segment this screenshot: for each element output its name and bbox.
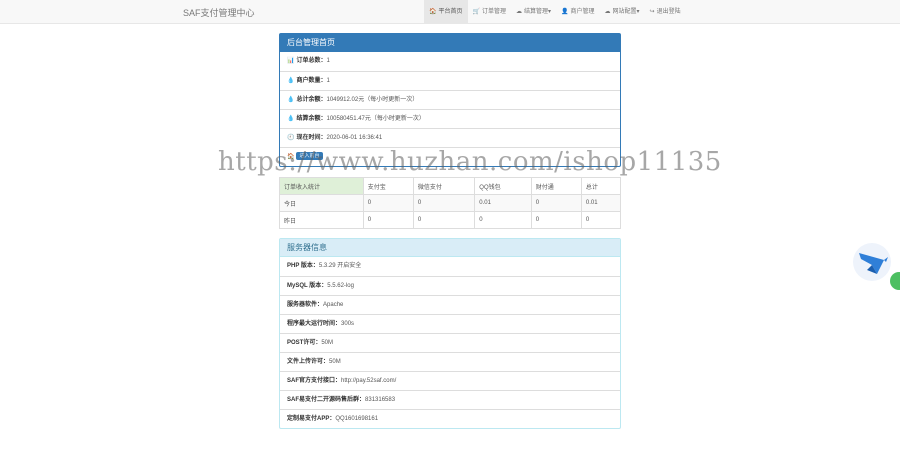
list-item-support-group: SAF易支付二开源码售后群：831316583 (280, 390, 620, 409)
table-cell: 0.01 (474, 194, 532, 212)
nav-item-logout[interactable]: ↪ 退出登陆 (645, 0, 686, 24)
table-cell: 0.01 (580, 194, 622, 212)
cart-icon: 🛒 (472, 9, 480, 15)
table-header: QQ钱包 (474, 177, 532, 195)
user-icon: 👤 (561, 9, 569, 15)
server-info-list: PHP 版本：5.3.29 开启安全 MySQL 版本：5.5.62-log 服… (280, 257, 620, 428)
table-cell: 0 (362, 194, 414, 212)
table-header: 微信支付 (412, 177, 476, 195)
nav-item-label: 网站配置▾ (612, 9, 640, 15)
drop-icon: 💧 (287, 116, 295, 122)
table-header: 总计 (580, 177, 622, 195)
table-cell: 0 (362, 211, 414, 229)
cloud-icon: ☁ (604, 9, 611, 15)
chat-float-icon[interactable] (890, 272, 900, 290)
nav-item-home[interactable]: 🏠 平台首页 (424, 0, 468, 24)
nav-item-label: 平台首页 (438, 9, 463, 15)
list-item-server-software: 服务器软件：Apache (280, 295, 620, 314)
top-navbar: SAF支付管理中心 🏠 平台首页 🛒 订单管理 ☁ 结算管理▾ 👤 商户管理 ☁ 网站配置… (0, 0, 900, 24)
list-item-order-count: 📊 订单总数：1 (287, 58, 330, 64)
list-item-max-exec-time: 程序最大运行时间：300s (280, 314, 620, 333)
list-item-settle-balance: 💧 结算余额：100580451.47元（每小时更新一次） (280, 109, 620, 128)
nav-item-orders[interactable]: 🛒 订单管理 (468, 0, 512, 24)
table-cell: 0 (530, 211, 582, 229)
table-cell: 0 (412, 194, 476, 212)
table-header-row: 订单收入统计 支付宝 微信支付 QQ钱包 财付通 总计 (279, 177, 622, 195)
nav-item-label: 商户管理 (570, 9, 595, 15)
panel-title: 后台管理首页 (280, 34, 620, 52)
clock-icon: 🕘 (287, 135, 295, 141)
table-header: 财付通 (530, 177, 582, 195)
watermark-url: https://www.huzhan.com/ishop11135 (218, 147, 722, 177)
list-item-merchant-count: 💧 商户数量：1 (280, 71, 620, 90)
nav-item-settlement[interactable]: ☁ 结算管理▾ (511, 0, 556, 24)
table-row: 昨日 0 0 0 0 0 (279, 211, 622, 229)
brand-title[interactable]: SAF支付管理中心 (183, 6, 255, 19)
nav-item-merchants[interactable]: 👤 商户管理 (556, 0, 600, 24)
table-cell: 0 (530, 194, 582, 212)
logout-icon: ↪ (649, 9, 655, 15)
list-item-php-version: PHP 版本：5.3.29 开启安全 (287, 263, 362, 269)
nav-item-label: 订单管理 (481, 9, 506, 15)
table-cell: 0 (474, 211, 532, 229)
panel-title: 服务器信息 (280, 239, 620, 257)
drop-icon: 💧 (287, 97, 295, 103)
list-item-upload-limit: 文件上传许可：50M (280, 352, 620, 371)
income-stats-table: 订单收入统计 支付宝 微信支付 QQ钱包 财付通 总计 今日 0 0 0.01 … (279, 177, 622, 229)
list-item-custom-app: 定制易支付APP：QQ1601698161 (280, 409, 620, 428)
table-header: 订单收入统计 (279, 177, 364, 195)
nav-item-label: 退出登陆 (656, 9, 681, 15)
table-cell: 昨日 (279, 211, 364, 229)
server-info-panel: 服务器信息 PHP 版本：5.3.29 开启安全 MySQL 版本：5.5.62… (279, 238, 621, 429)
table-cell: 0 (580, 211, 622, 229)
main-nav: 🏠 平台首页 🛒 订单管理 ☁ 结算管理▾ 👤 商户管理 ☁ 网站配置▾ ↪ 退出登陆 (424, 0, 686, 24)
list-item-total-balance: 💧 总计余额：1049912.02元（每小时更新一次） (280, 90, 620, 109)
chart-icon: 📊 (287, 58, 295, 64)
list-item-current-time: 🕘 现在时间：2020-06-01 16:36:41 (280, 128, 620, 147)
table-row: 今日 0 0 0.01 0 0.01 (279, 194, 622, 212)
cloud-icon: ☁ (516, 9, 522, 15)
list-item-mysql-version: MySQL 版本：5.5.62-log (280, 276, 620, 295)
home-icon: 🏠 (429, 9, 437, 15)
table-cell: 0 (412, 211, 476, 229)
list-item-official-api: SAF官方支付接口：http://pay.52saf.com/ (280, 371, 620, 390)
table-cell: 今日 (279, 194, 364, 212)
nav-item-label: 结算管理▾ (524, 9, 552, 15)
bird-logo-icon[interactable] (853, 243, 891, 281)
nav-item-site-config[interactable]: ☁ 网站配置▾ (600, 0, 645, 24)
list-item-post-limit: POST许可：50M (280, 333, 620, 352)
table-header: 支付宝 (362, 177, 414, 195)
drop-icon: 💧 (287, 78, 295, 84)
